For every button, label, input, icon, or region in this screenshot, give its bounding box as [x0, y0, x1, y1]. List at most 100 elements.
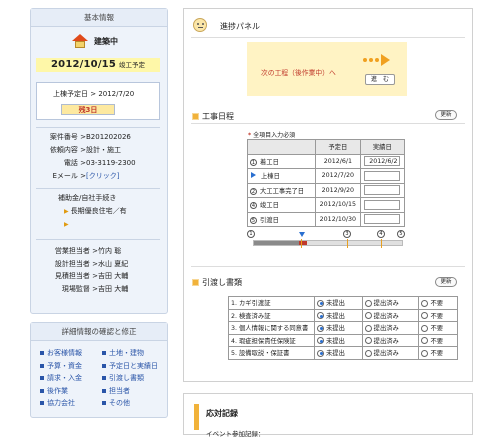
divider: [191, 37, 465, 38]
table-row: 1. カギ引渡証 未提出 提出済み 不要: [228, 296, 458, 310]
document-name: 5. 設備取説・保証書: [228, 346, 315, 360]
divider: [36, 127, 160, 128]
schedule-update-button[interactable]: 更新: [435, 110, 457, 120]
radio-submitted[interactable]: [364, 324, 372, 332]
email-label: Eメール >: [52, 172, 86, 180]
phone-value: 03-3119-2300: [86, 159, 136, 167]
current-position-icon: [299, 232, 305, 237]
next-step-box: 次の工程（後作業中）へ 進 む: [247, 42, 407, 96]
radio-submitted[interactable]: [364, 337, 372, 345]
handover-section-title: 引渡し書類: [193, 277, 242, 288]
detail-link[interactable]: 後作業: [40, 386, 102, 397]
radio-submitted[interactable]: [364, 312, 372, 320]
framing-date-label: 上棟予定日 > 2012/7/20: [53, 90, 135, 98]
plan-date: 2012/10/15: [315, 197, 361, 213]
radio-submitted[interactable]: [364, 299, 372, 307]
radio-submitted[interactable]: [364, 349, 372, 357]
plan-date: 2012/10/30: [315, 211, 361, 227]
bullet-icon: [102, 363, 106, 368]
actual-date-input[interactable]: [364, 214, 401, 225]
detail-link[interactable]: お客様情報: [40, 348, 102, 359]
proceed-button[interactable]: 進 む: [365, 74, 395, 85]
radio-not-needed[interactable]: [421, 324, 429, 332]
radio-not-needed[interactable]: [421, 337, 429, 345]
staff-role: 現場監督 >: [61, 284, 98, 293]
step-number: 2: [250, 187, 257, 195]
detail-links: お客様情報 土地・建物 予算・資金 予定日と実績日 請求・入金 引渡し書類 後作…: [40, 348, 164, 409]
detail-link[interactable]: 担当者: [102, 386, 164, 397]
staff-name: 水山 夏紀: [98, 259, 129, 268]
milestone-marker: 3: [343, 230, 351, 238]
table-row: 5. 設備取説・保証書 未提出 提出済み 不要: [228, 346, 458, 360]
bullet-icon: [102, 351, 106, 355]
step-number: 5: [250, 216, 257, 224]
radio-not-submitted[interactable]: [317, 349, 324, 357]
radio-not-submitted[interactable]: [317, 337, 324, 345]
detail-info-title: 詳細情報の確認と修正: [31, 323, 167, 341]
radio-not-needed[interactable]: [421, 299, 429, 307]
required-note: * 全項目入力必須: [248, 132, 296, 139]
framing-box: 上棟予定日 > 2012/7/20 残3日: [36, 82, 160, 120]
staff-name: 吉田 大輔: [98, 272, 129, 280]
phone-label: 電話 >: [63, 159, 86, 167]
arrow-icon: ▶: [64, 208, 69, 215]
plan-date: 2012/6/1: [315, 153, 361, 169]
table-row: 3. 個人情報に関する同意書 未提出 提出済み 不要: [228, 321, 458, 335]
actual-date-input[interactable]: [364, 170, 401, 181]
table-row: 2. 検査済み証 未提出 提出済み 不要: [228, 308, 458, 322]
divider: [36, 188, 160, 189]
completion-date-bar: 2012/10/15 竣工予定: [36, 58, 160, 72]
step-name: 竣工日: [260, 202, 279, 210]
radio-not-needed[interactable]: [421, 312, 429, 320]
case-number: B201202026: [86, 133, 131, 141]
detail-link[interactable]: 引渡し書類: [102, 373, 164, 384]
subsidy-info: 補助金/自社手続き ▶ 長期優良住宅／有 ▶: [36, 192, 160, 231]
milestone-marker: 4: [377, 230, 385, 238]
step-name: 上棟日: [261, 173, 280, 181]
radio-not-submitted[interactable]: [317, 324, 324, 332]
actual-date-input[interactable]: [364, 185, 401, 196]
bullet-icon: [40, 376, 44, 380]
milestone-marker: 1: [247, 230, 255, 238]
schedule-section-title: 工事日程: [193, 111, 234, 122]
staff-role: 見積担当者 >: [54, 272, 98, 280]
request-value: 設計・施工: [86, 146, 121, 154]
radio-not-submitted[interactable]: [317, 299, 324, 307]
step-name: 引渡日: [260, 216, 279, 224]
detail-link[interactable]: その他: [102, 398, 164, 409]
bullet-icon: [102, 376, 106, 380]
radio-not-submitted[interactable]: [317, 312, 324, 320]
detail-link[interactable]: 土地・建物: [102, 348, 164, 359]
contact-info: 案件番号 > B201202026 依頼内容 > 設計・施工 電話 > 03-3…: [36, 131, 160, 183]
table-row: 上棟日 2012/7/20: [247, 168, 406, 184]
bullet-icon: [40, 363, 44, 368]
tick-mark: [301, 239, 302, 248]
progress-elapsed: [254, 241, 300, 245]
divider: [36, 239, 160, 240]
handover-table: 1. カギ引渡証 未提出 提出済み 不要 2. 検査済み証 未提出 提出済み 不…: [228, 296, 458, 360]
email-link[interactable]: [クリック]: [86, 172, 119, 180]
actual-date-input[interactable]: 2012/6/2: [364, 156, 401, 167]
staff-name: 吉田 大輔: [98, 284, 129, 293]
actual-date-input[interactable]: [364, 199, 401, 210]
bullet-icon: [102, 401, 106, 405]
status-label: 建築中: [94, 36, 118, 46]
completion-date-suffix: 竣工予定: [118, 61, 145, 69]
table-row: 2 大工工事完了日 2012/9/20: [247, 182, 406, 198]
handover-update-button[interactable]: 更新: [435, 277, 457, 287]
case-number-label: 案件番号 >: [49, 133, 86, 141]
detail-link[interactable]: 予算・資金: [40, 361, 102, 372]
table-row: 4. 瑕疵担保責任保険証 未提出 提出済み 不要: [228, 333, 458, 347]
staff-role: 設計担当者 >: [54, 259, 98, 268]
radio-not-needed[interactable]: [421, 349, 429, 357]
detail-link[interactable]: 請求・入金: [40, 373, 102, 384]
schedule-timeline: 1 3 4 5: [247, 230, 407, 252]
detail-link[interactable]: 予定日と実績日: [102, 361, 164, 372]
tick-mark: [347, 239, 348, 248]
remaining-days-badge: 残3日: [61, 104, 115, 115]
detail-link[interactable]: 協力会社: [40, 398, 102, 409]
bullet-icon: [40, 401, 44, 405]
divider: [191, 123, 465, 124]
subsidy-label: 補助金/自社手続き: [58, 194, 117, 202]
response-record-title: 応対記録: [206, 409, 238, 418]
